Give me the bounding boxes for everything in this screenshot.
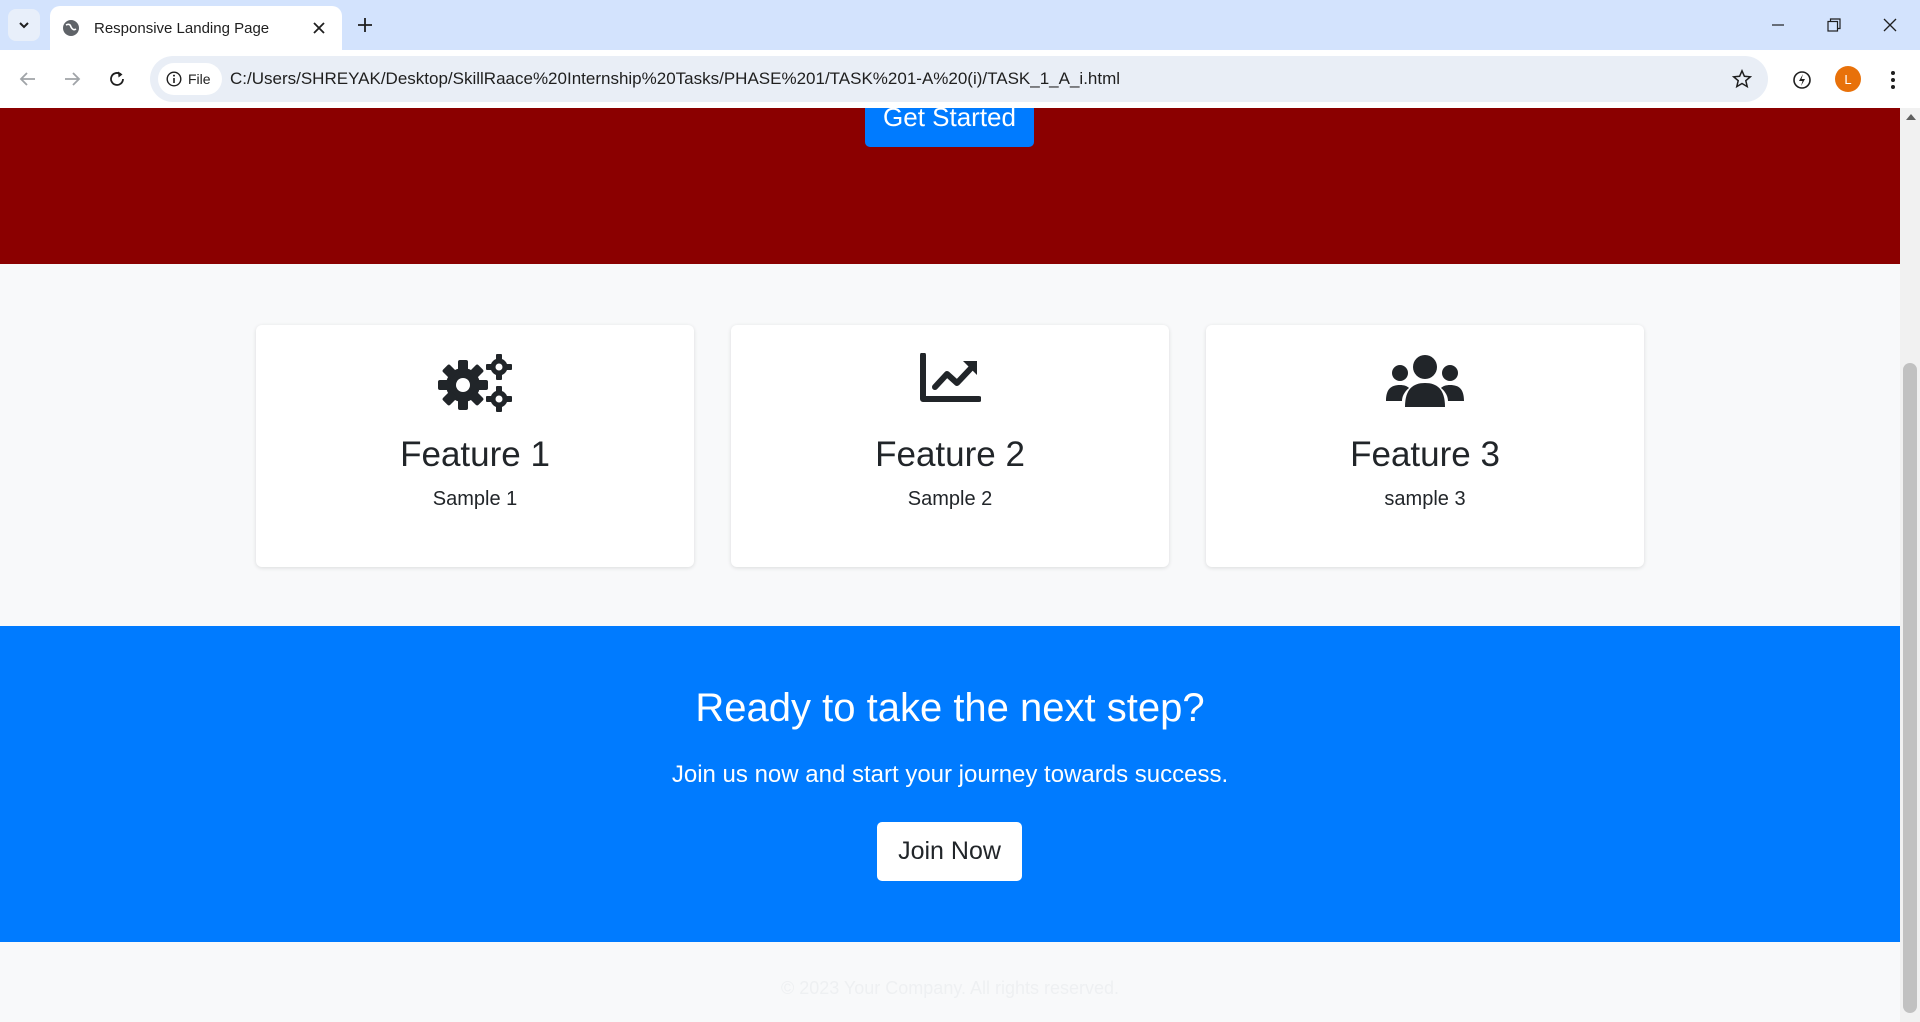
site-info-label: File: [188, 71, 211, 87]
scrollbar-thumb[interactable]: [1903, 363, 1917, 1013]
bookmark-star-icon[interactable]: [1730, 67, 1754, 91]
globe-icon: [63, 20, 79, 36]
page-scrollbar[interactable]: [1900, 108, 1920, 1022]
cta-section: Ready to take the next step? Join us now…: [0, 626, 1900, 942]
features-section: Feature 1 Sample 1 Feature 2 Sample 2 Fe…: [0, 264, 1900, 634]
users-icon: [1386, 355, 1464, 407]
feature-text: sample 3: [1384, 488, 1466, 510]
browser-tab[interactable]: Responsive Landing Page: [50, 6, 342, 50]
reload-icon: [110, 71, 124, 86]
info-icon: [166, 71, 182, 87]
cta-text: Join us now and start your journey towar…: [671, 761, 1229, 788]
restore-icon: [1827, 18, 1841, 32]
close-tab-icon[interactable]: [308, 17, 330, 39]
address-bar[interactable]: File C:/Users/SHREYAK/Desktop/SkillRaace…: [150, 56, 1768, 102]
page-viewport: Get Started Feature 1 Sample 1 Feature 2…: [0, 108, 1900, 1022]
tab-search-button[interactable]: [8, 9, 40, 41]
new-tab-button[interactable]: [352, 12, 378, 38]
feature-card-3: Feature 3 sample 3: [1206, 325, 1644, 567]
feature-card-1: Feature 1 Sample 1: [256, 325, 694, 567]
feature-title: Feature 1: [400, 435, 550, 474]
tab-strip: Responsive Landing Page: [0, 0, 1920, 50]
feature-card-2: Feature 2 Sample 2: [731, 325, 1169, 567]
close-window-button[interactable]: [1862, 0, 1918, 50]
plus-icon: [358, 18, 372, 32]
gears-icon: [438, 354, 512, 412]
extensions-icon[interactable]: [1788, 66, 1816, 94]
chart-line-icon: [920, 353, 981, 402]
minimize-icon: [1772, 24, 1784, 26]
profile-avatar[interactable]: L: [1835, 66, 1861, 92]
tab-title: Responsive Landing Page: [94, 19, 270, 37]
page-footer: © 2023 Your Company. All rights reserved…: [0, 942, 1900, 1022]
chevron-down-icon: [19, 22, 29, 29]
footer-text: © 2023 Your Company. All rights reserved…: [780, 978, 1120, 998]
minimize-button[interactable]: [1750, 0, 1806, 50]
menu-kebab-icon[interactable]: [1879, 66, 1907, 94]
restore-button[interactable]: [1806, 0, 1862, 50]
url-text[interactable]: C:/Users/SHREYAK/Desktop/SkillRaace%20In…: [230, 56, 1120, 102]
arrow-right-icon: [65, 72, 81, 86]
reload-button[interactable]: [101, 63, 133, 95]
feature-text: Sample 1: [432, 488, 518, 510]
cta-heading: Ready to take the next step?: [695, 686, 1205, 730]
hero-section: Get Started: [0, 108, 1900, 264]
close-icon: [1883, 18, 1897, 32]
feature-title: Feature 3: [1350, 435, 1500, 474]
browser-toolbar: File C:/Users/SHREYAK/Desktop/SkillRaace…: [0, 50, 1920, 108]
scroll-up-arrow-icon[interactable]: [1906, 114, 1916, 120]
forward-button[interactable]: [56, 63, 88, 95]
get-started-button[interactable]: Get Started: [865, 108, 1034, 147]
back-button[interactable]: [12, 63, 44, 95]
join-now-button[interactable]: Join Now: [877, 822, 1022, 881]
feature-text: Sample 2: [907, 488, 993, 510]
site-info-chip[interactable]: File: [158, 63, 222, 95]
arrow-left-icon: [19, 72, 35, 86]
feature-title: Feature 2: [875, 435, 1025, 474]
